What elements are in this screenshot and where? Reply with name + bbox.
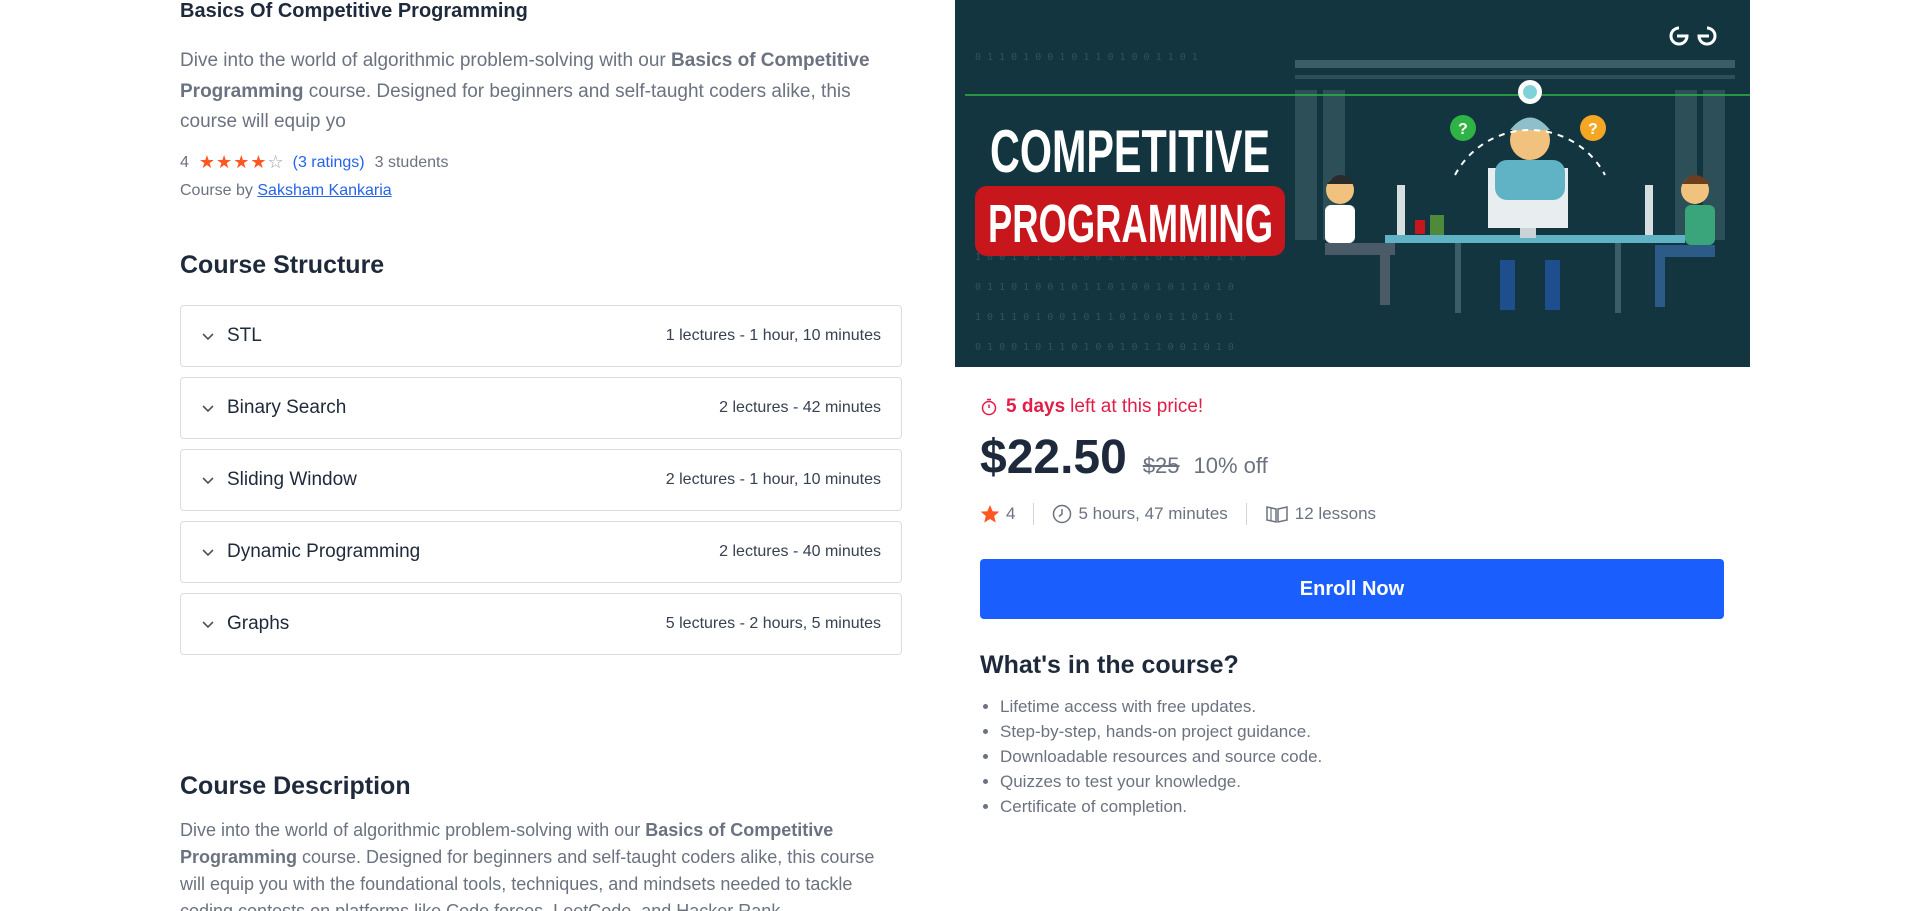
clock-icon	[1052, 504, 1072, 524]
accordion-item-graphs[interactable]: Graphs 5 lectures - 2 hours, 5 minutes	[180, 593, 902, 655]
price-urgency-notice: 5 days left at this price!	[980, 396, 1203, 418]
star-icon: ★	[250, 152, 268, 172]
whats-in-course-heading: What's in the course?	[980, 651, 1239, 679]
course-description-prefix: Dive into the world of algorithmic probl…	[180, 820, 646, 840]
rating-row: 4 ★★★★☆ (3 ratings) 3 students	[180, 152, 448, 173]
svg-text:0 1 1 0 1 0 0 1 0 1 1 0 1 0 0: 0 1 1 0 1 0 0 1 0 1 1 0 1 0 0 1 0 1 1 0 …	[975, 282, 1234, 293]
discount-label: 10% off	[1193, 453, 1268, 478]
course-banner-image: 0 1 1 0 1 0 0 1 0 1 1 0 1 0 0 1 1 0 1 1 …	[955, 0, 1750, 367]
chevron-down-icon	[201, 617, 219, 631]
course-author-row: Course by Saksham Kankaria	[180, 182, 392, 200]
chevron-down-icon	[201, 329, 219, 343]
price-row: $22.50 $25 10% off	[980, 430, 1268, 485]
chevron-down-icon	[201, 545, 219, 559]
accordion-item-binary-search[interactable]: Binary Search 2 lectures - 42 minutes	[180, 377, 902, 439]
stats-duration: 5 hours, 47 minutes	[1078, 504, 1228, 523]
accordion-item-label: STL	[227, 325, 262, 346]
stopwatch-icon	[980, 398, 998, 416]
svg-text:?: ?	[1588, 121, 1598, 138]
urgency-text: left at this price!	[1070, 396, 1204, 417]
stats-lessons: 12 lessons	[1294, 504, 1377, 523]
accordion-item-info: 2 lectures - 1 hour, 10 minutes	[665, 471, 881, 488]
divider	[1245, 503, 1247, 525]
list-item: Quizzes to test your knowledge.	[1000, 769, 1322, 794]
rating-value: 4	[180, 153, 189, 171]
banner-title-line1: COMPETITIVE	[990, 118, 1270, 185]
course-structure-accordion: STL 1 lectures - 1 hour, 10 minutes Bina…	[180, 305, 902, 665]
course-structure-heading: Course Structure	[180, 251, 385, 279]
students-count: 3 students	[374, 153, 449, 171]
ratings-link[interactable]: (3 ratings)	[293, 154, 365, 172]
accordion-item-dynamic-programming[interactable]: Dynamic Programming 2 lectures - 40 minu…	[180, 521, 902, 583]
list-item: Step-by-step, hands-on project guidance.	[1000, 719, 1322, 744]
list-item: Downloadable resources and source code.	[1000, 744, 1322, 769]
accordion-item-info: 2 lectures - 42 minutes	[719, 399, 881, 416]
accordion-item-sliding-window[interactable]: Sliding Window 2 lectures - 1 hour, 10 m…	[180, 449, 902, 511]
rating-stars: ★★★★☆	[199, 152, 285, 173]
current-price: $22.50	[980, 431, 1127, 484]
course-intro: Dive into the world of algorithmic probl…	[180, 46, 880, 138]
divider	[1033, 503, 1035, 525]
course-description: Dive into the world of algorithmic probl…	[180, 817, 902, 911]
star-icon: ★	[233, 152, 251, 172]
course-by-label: Course by	[180, 182, 253, 199]
svg-text:1 0 1 1 0 1 0 0 1 0 1 1 0 1 0: 1 0 1 1 0 1 0 0 1 0 1 1 0 1 0 0 1 1 0 1 …	[975, 312, 1234, 323]
chevron-down-icon	[201, 401, 219, 415]
list-item: Certificate of completion.	[1000, 794, 1322, 819]
accordion-item-label: Graphs	[227, 613, 290, 634]
course-intro-prefix: Dive into the world of algorithmic probl…	[180, 50, 672, 71]
course-title: Basics Of Competitive Programming	[180, 0, 528, 22]
star-icon: ★	[198, 152, 217, 172]
author-link[interactable]: Saksham Kankaria	[257, 182, 391, 199]
book-open-icon	[1265, 504, 1289, 524]
accordion-item-stl[interactable]: STL 1 lectures - 1 hour, 10 minutes	[180, 305, 902, 367]
svg-text:?: ?	[1458, 121, 1468, 138]
accordion-item-info: 5 lectures - 2 hours, 5 minutes	[665, 615, 881, 632]
accordion-item-label: Sliding Window	[227, 469, 357, 490]
enroll-now-button[interactable]: Enroll Now	[980, 559, 1724, 619]
stats-rating: 4	[1006, 504, 1016, 523]
course-stats-row: 4 5 hours, 47 minutes 12 lessons	[980, 503, 1376, 525]
accordion-item-label: Binary Search	[227, 397, 347, 418]
accordion-item-label: Dynamic Programming	[227, 541, 421, 562]
course-description-heading: Course Description	[180, 772, 411, 800]
urgency-days: 5 days	[1006, 396, 1066, 417]
list-item: Lifetime access with free updates.	[1000, 694, 1322, 719]
original-price: $25	[1142, 453, 1180, 478]
accordion-item-info: 1 lectures - 1 hour, 10 minutes	[665, 327, 881, 344]
star-empty-icon: ☆	[267, 152, 285, 172]
course-features-list: Lifetime access with free updates. Step-…	[1000, 694, 1322, 819]
star-icon	[980, 504, 1000, 524]
star-icon: ★	[216, 152, 234, 172]
banner-title-line2: PROGRAMMING	[988, 194, 1273, 254]
chevron-down-icon	[201, 473, 219, 487]
accordion-item-info: 2 lectures - 40 minutes	[719, 543, 881, 560]
svg-text:0 1 1 0 1 0 0 1 0 1 1 0 1 0 0: 0 1 1 0 1 0 0 1 0 1 1 0 1 0 0 1 1 0 1	[975, 52, 1198, 63]
svg-text:0 1 0 0 1 0 1 1 0 1 0 0 1 0 1: 0 1 0 0 1 0 1 1 0 1 0 0 1 0 1 1 0 0 1 0 …	[975, 342, 1234, 353]
course-banner-illustration: 0 1 1 0 1 0 0 1 0 1 1 0 1 0 0 1 1 0 1 1 …	[955, 0, 1750, 367]
